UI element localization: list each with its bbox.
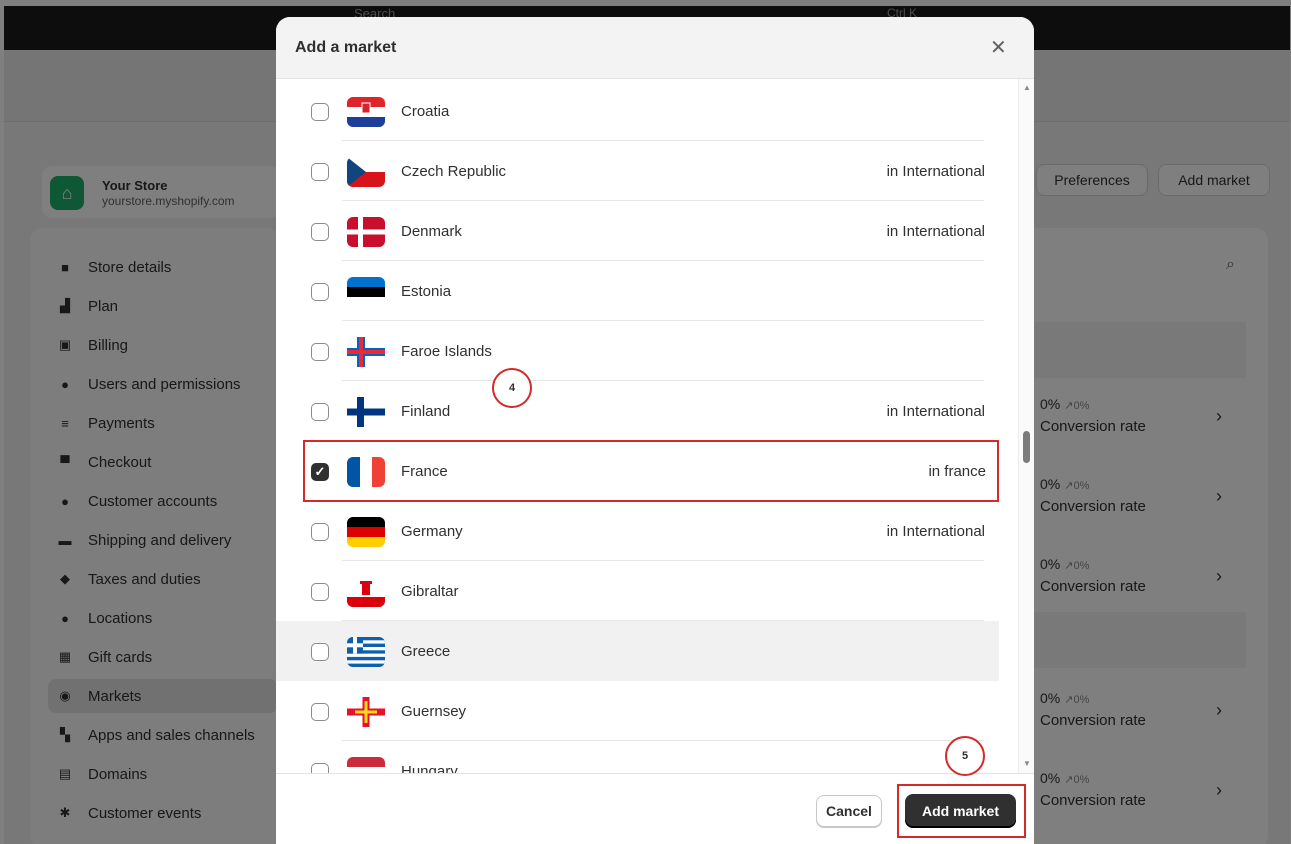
- country-row-croatia[interactable]: Croatia: [295, 81, 999, 141]
- checkbox[interactable]: [311, 583, 329, 601]
- modal-title: Add a market: [295, 39, 397, 56]
- add-market-button[interactable]: Add market: [905, 794, 1016, 828]
- country-row-guernsey[interactable]: Guernsey: [295, 681, 999, 741]
- flag-denmark-icon: [347, 217, 385, 247]
- market-tag: in france: [928, 463, 986, 480]
- country-name: Czech Republic: [401, 163, 507, 180]
- country-row-estonia[interactable]: Estonia: [295, 261, 999, 321]
- country-row-czech-republic[interactable]: Czech Republic in International: [295, 141, 999, 201]
- scroll-up-arrow-icon[interactable]: ▲: [1023, 83, 1031, 92]
- flag-greece-icon: [347, 637, 385, 667]
- checkbox[interactable]: [311, 283, 329, 301]
- flag-hungary-icon: [347, 757, 385, 773]
- country-name: Faroe Islands: [401, 343, 492, 360]
- country-list[interactable]: Croatia Czech Republic in International …: [276, 79, 1018, 773]
- country-row-faroe-islands[interactable]: Faroe Islands: [295, 321, 999, 381]
- flag-czech-icon: [347, 157, 385, 187]
- checkbox[interactable]: [311, 643, 329, 661]
- country-row-greece[interactable]: Greece: [276, 621, 999, 681]
- flag-gibraltar-icon: [347, 577, 385, 607]
- checkbox[interactable]: [311, 223, 329, 241]
- flag-finland-icon: [347, 397, 385, 427]
- modal-footer: Cancel Add market: [276, 773, 1034, 844]
- checkbox[interactable]: [311, 523, 329, 541]
- step-marker-4: 4: [492, 368, 532, 408]
- country-name: Germany: [401, 523, 463, 540]
- country-row-germany[interactable]: Germany in International: [295, 501, 999, 561]
- close-icon[interactable]: ✕: [990, 35, 1007, 60]
- step-marker-5: 5: [945, 736, 985, 776]
- scroll-thumb[interactable]: [1023, 431, 1030, 463]
- country-name: Croatia: [401, 103, 450, 120]
- checkbox[interactable]: [311, 103, 329, 121]
- checkbox[interactable]: [311, 403, 329, 421]
- country-name: Denmark: [401, 223, 462, 240]
- checkbox[interactable]: [311, 343, 329, 361]
- market-tag: in International: [886, 223, 985, 240]
- scrollbar[interactable]: ▲ ▼: [1018, 79, 1034, 773]
- modal-header: Add a market ✕: [276, 17, 1034, 79]
- cancel-button[interactable]: Cancel: [816, 795, 882, 827]
- country-row-finland[interactable]: Finland in International: [295, 381, 999, 441]
- checkbox[interactable]: [311, 703, 329, 721]
- country-name: Guernsey: [401, 703, 467, 720]
- market-tag: in International: [886, 523, 985, 540]
- country-row-denmark[interactable]: Denmark in International: [295, 201, 999, 261]
- step-highlight-box: Add market: [897, 784, 1026, 838]
- flag-germany-icon: [347, 517, 385, 547]
- flag-france-icon: [347, 457, 385, 487]
- country-name: Estonia: [401, 283, 452, 300]
- country-row-france[interactable]: ✓ France in france: [303, 440, 999, 502]
- country-name: Gibraltar: [401, 583, 459, 600]
- add-market-modal: Add a market ✕ Croatia Czech Republic in…: [276, 17, 1034, 844]
- scroll-down-arrow-icon[interactable]: ▼: [1023, 759, 1031, 768]
- country-name: Finland: [401, 403, 451, 420]
- country-name: France: [401, 463, 448, 480]
- flag-estonia-icon: [347, 277, 385, 307]
- country-name: Hungary: [401, 763, 458, 773]
- checkbox[interactable]: [311, 163, 329, 181]
- checkbox[interactable]: [311, 763, 329, 773]
- market-tag: in International: [886, 163, 985, 180]
- country-row-hungary[interactable]: Hungary: [295, 741, 999, 773]
- flag-guernsey-icon: [347, 697, 385, 727]
- flag-faroe-icon: [347, 337, 385, 367]
- checkbox-checked[interactable]: ✓: [311, 463, 329, 481]
- market-tag: in International: [886, 403, 985, 420]
- country-row-gibraltar[interactable]: Gibraltar: [295, 561, 999, 621]
- country-name: Greece: [401, 643, 451, 660]
- flag-croatia-icon: [347, 97, 385, 127]
